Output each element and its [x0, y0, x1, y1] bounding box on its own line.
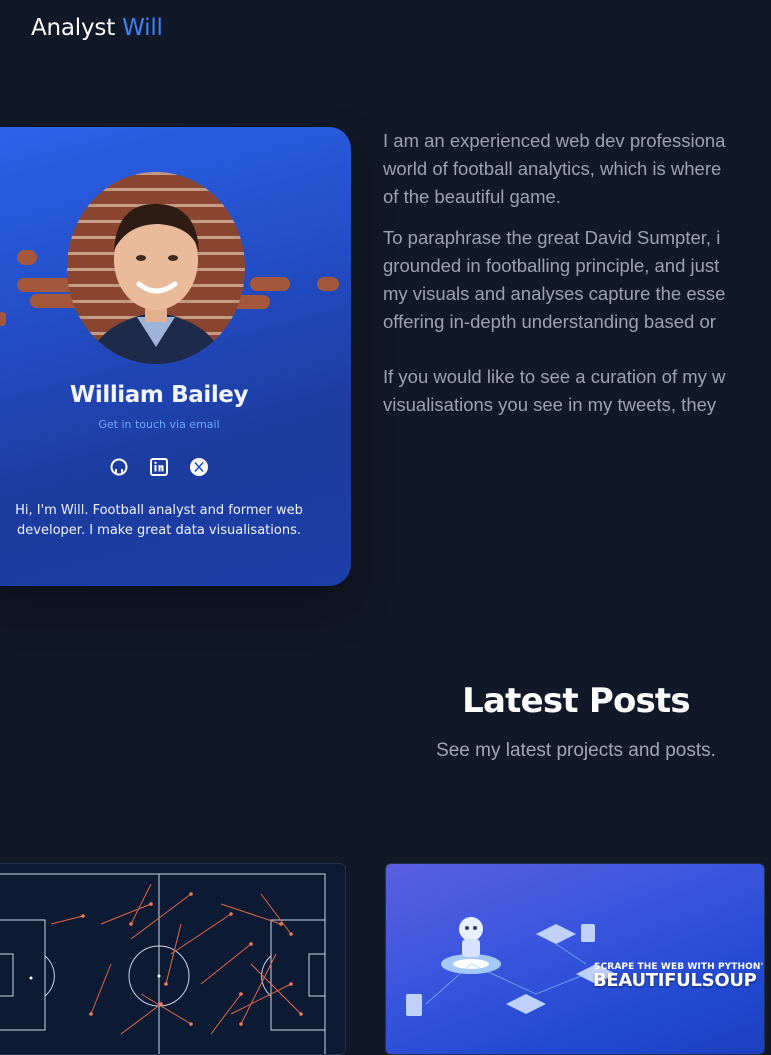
- linkedin-link[interactable]: [149, 457, 169, 477]
- about-paragraph-3: If you would like to see a curation of m…: [383, 349, 771, 419]
- profile-photo: [87, 203, 225, 364]
- profile-bio: Hi, I'm Will. Football analyst and forme…: [15, 503, 303, 538]
- decor-blob: [0, 312, 6, 326]
- decor-blob: [17, 250, 37, 265]
- profile-name: William Bailey: [69, 382, 249, 408]
- web-scraping-illustration: [406, 917, 616, 1016]
- post-overlay-title: BEAUTIFULSOUP: [593, 970, 757, 991]
- about-line: of the beautiful game.: [383, 186, 561, 207]
- about-paragraph-2: To paraphrase the great David Sumpter, i…: [383, 224, 771, 336]
- latest-posts-title: Latest Posts: [462, 681, 690, 721]
- profile-card: William Bailey Get in touch via email Hi…: [0, 127, 351, 586]
- latest-posts-subtitle: See my latest projects and posts.: [436, 740, 716, 761]
- about-line: grounded in footballing principle, and j…: [383, 255, 720, 276]
- about-line: offering in-depth understanding based or: [383, 311, 716, 332]
- post-card-pass-map[interactable]: [0, 863, 346, 1055]
- about-paragraph-1: I am an experienced web dev professiona …: [383, 127, 771, 211]
- decor-blob: [250, 277, 290, 291]
- github-link[interactable]: [109, 457, 129, 477]
- avatar-graphic: [0, 167, 351, 377]
- about-line: I am an experienced web dev professiona: [383, 130, 726, 151]
- x-icon: [190, 458, 208, 476]
- email-contact-link[interactable]: Get in touch via email: [0, 418, 338, 431]
- post-card-beautifulsoup[interactable]: SCRAPE THE WEB WITH PYTHON'S BEAUTIFULSO…: [385, 863, 765, 1055]
- about-line: my visuals and analyses capture the esse: [383, 283, 726, 304]
- x-link[interactable]: [189, 457, 209, 477]
- social-links: [0, 457, 338, 477]
- about-line: world of football analytics, which is wh…: [383, 158, 722, 179]
- pass-map-image: [0, 873, 326, 1054]
- github-icon: [110, 458, 128, 476]
- linkedin-icon: [150, 458, 168, 476]
- about-section: I am an experienced web dev professiona …: [383, 127, 771, 419]
- about-line: If you would like to see a curation of m…: [383, 366, 726, 387]
- decor-blob: [317, 277, 339, 291]
- site-logo[interactable]: Analyst Will: [31, 15, 163, 41]
- avatar: [67, 172, 245, 364]
- about-line: To paraphrase the great David Sumpter, i: [383, 227, 721, 248]
- brand-second: Will: [122, 15, 163, 41]
- about-line: visualisations you see in my tweets, the…: [383, 394, 717, 415]
- brand-first: Analyst: [31, 15, 116, 41]
